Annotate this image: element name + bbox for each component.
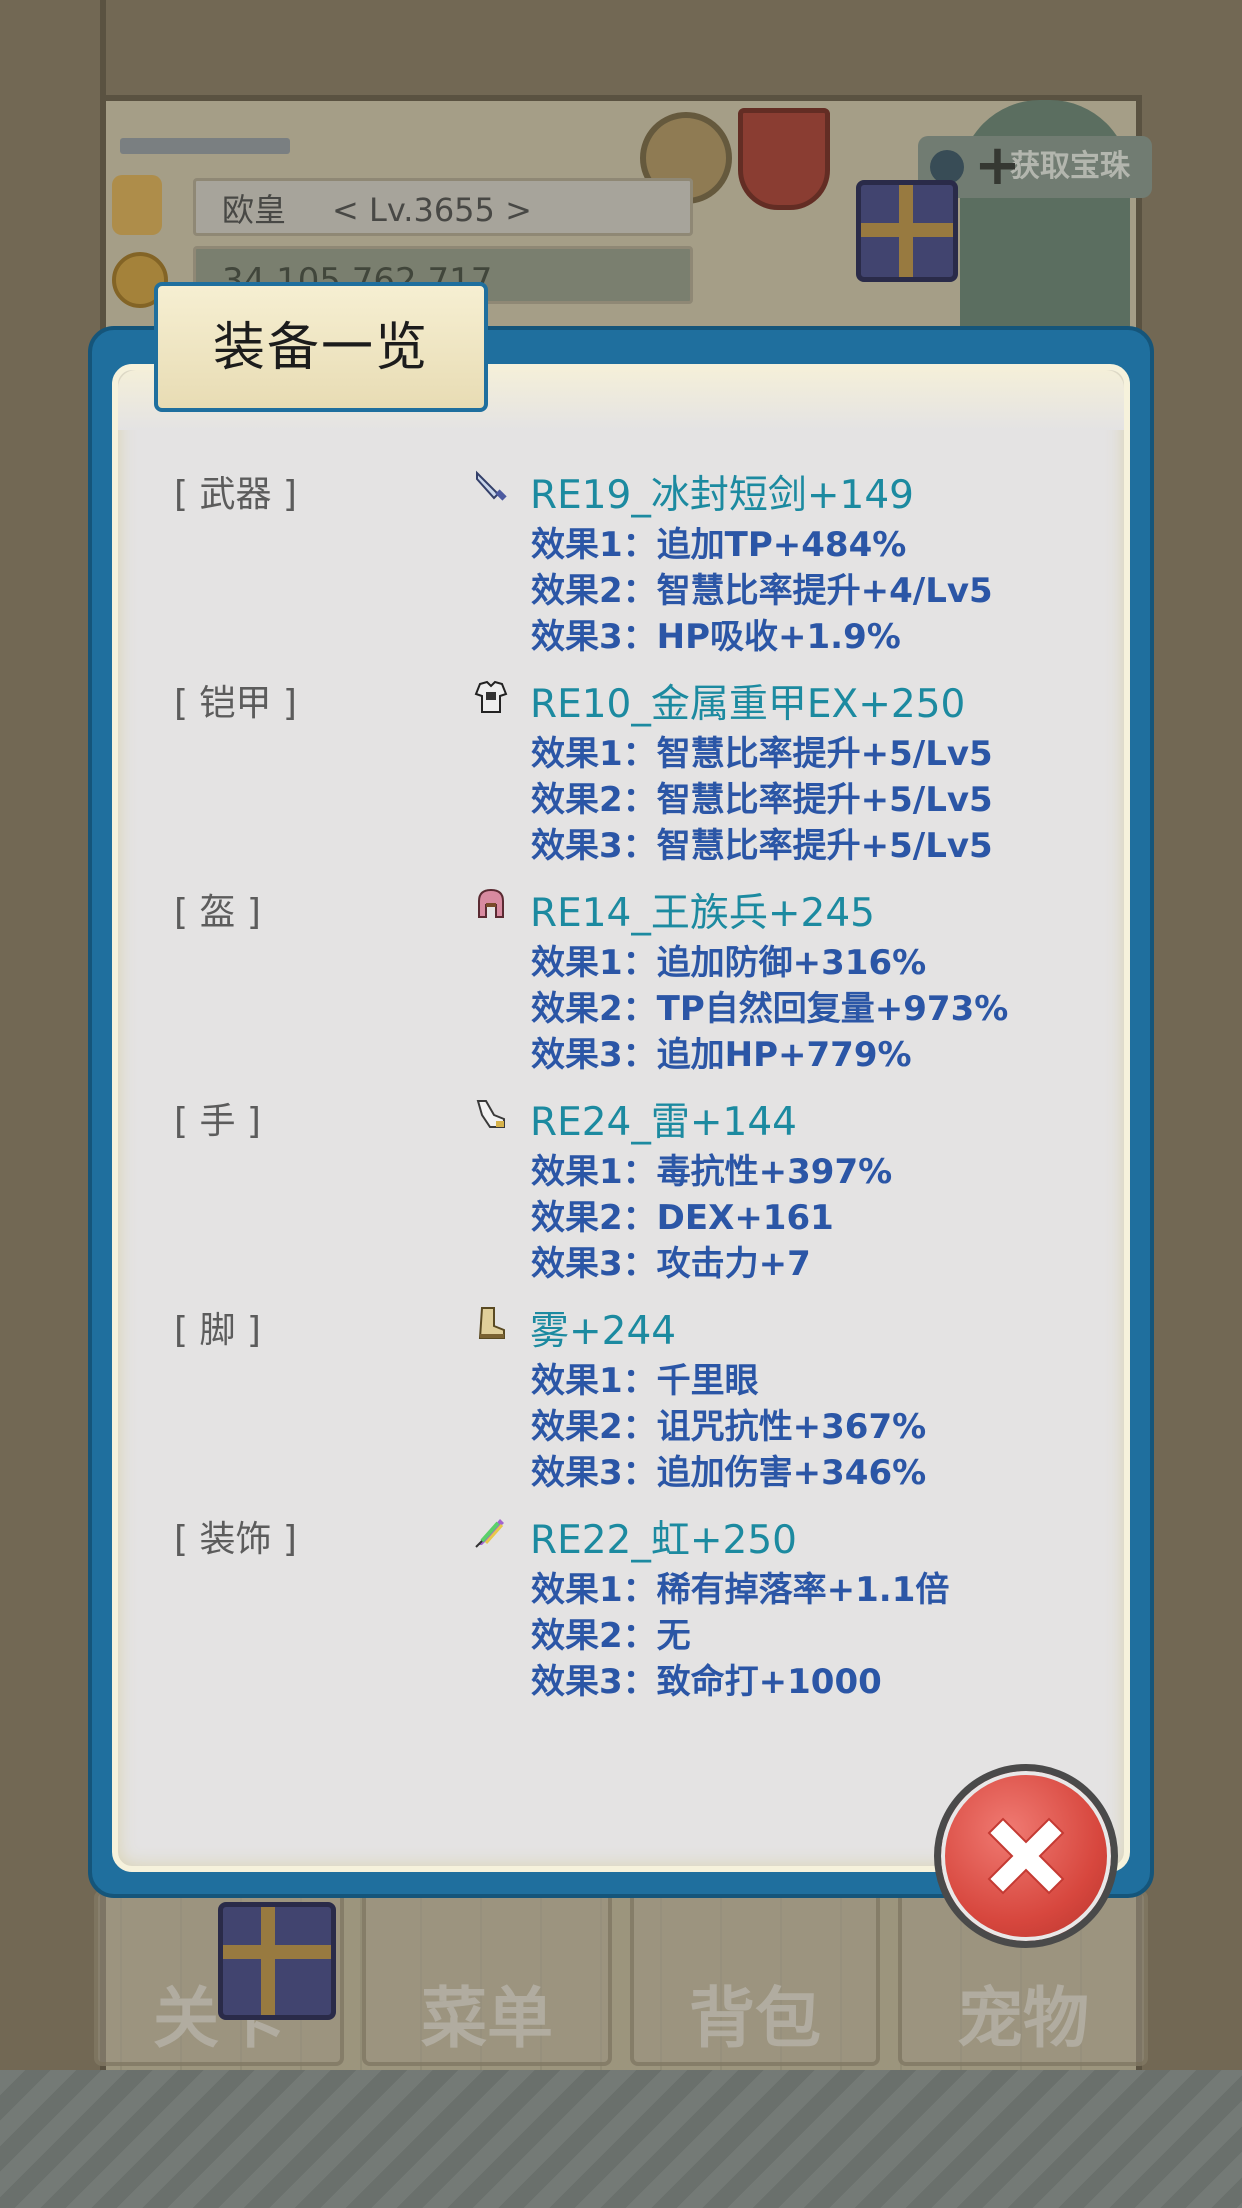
effect-accessory-2: 效果2：无 <box>531 1616 691 1656</box>
dialog-title: 装备一览 <box>154 282 488 412</box>
slot-label-foot: [ 脚 ] <box>174 1310 261 1351</box>
effect-armor-2: 效果2：智慧比率提升+5/Lv5 <box>531 780 993 820</box>
slot-label-hand: [ 手 ] <box>174 1101 261 1142</box>
effect-weapon-1: 效果1：追加TP+484% <box>531 525 907 565</box>
effect-foot-3: 效果3：追加伤害+346% <box>531 1453 927 1493</box>
item-name-armor: RE10_金属重甲EX+250 <box>530 682 966 727</box>
effect-weapon-3: 效果3：HP吸收+1.9% <box>531 617 901 657</box>
effect-armor-3: 效果3：智慧比率提升+5/Lv5 <box>531 826 993 866</box>
effect-accessory-3: 效果3：致命打+1000 <box>531 1662 882 1702</box>
floor-tiles <box>0 2070 1242 2208</box>
sword-icon <box>476 470 507 501</box>
effect-helmet-1: 效果1：追加防御+316% <box>531 943 927 983</box>
effect-foot-1: 效果1：千里眼 <box>531 1361 759 1401</box>
effect-hand-1: 效果1：毒抗性+397% <box>531 1152 893 1192</box>
effect-weapon-2: 效果2：智慧比率提升+4/Lv5 <box>531 571 993 611</box>
item-name-helmet: RE14_王族兵+245 <box>530 891 875 936</box>
close-button[interactable] <box>934 1764 1118 1948</box>
slot-label-weapon: [ 武器 ] <box>174 474 297 515</box>
boot-icon <box>478 1307 505 1339</box>
slot-label-helmet: [ 盔 ] <box>174 892 261 933</box>
effect-hand-2: 效果2：DEX+161 <box>531 1198 834 1238</box>
effect-helmet-3: 效果3：追加HP+779% <box>531 1035 912 1075</box>
effect-armor-1: 效果1：智慧比率提升+5/Lv5 <box>531 734 993 774</box>
slot-label-armor: [ 铠甲 ] <box>174 683 297 724</box>
effect-hand-3: 效果3：攻击力+7 <box>531 1244 811 1284</box>
effect-foot-2: 效果2：诅咒抗性+367% <box>531 1407 927 1447</box>
item-name-accessory: RE22_虹+250 <box>530 1518 797 1563</box>
armor-icon <box>474 680 508 713</box>
slot-label-accessory: [ 装饰 ] <box>174 1519 297 1560</box>
glove-icon <box>476 1100 505 1128</box>
effect-helmet-2: 效果2：TP自然回复量+973% <box>531 989 1009 1029</box>
effect-accessory-1: 效果1：稀有掉落率+1.1倍 <box>531 1570 950 1610</box>
helmet-icon <box>478 888 504 918</box>
feather-icon <box>475 1519 504 1548</box>
close-icon <box>987 1817 1065 1895</box>
item-name-weapon: RE19_冰封短剑+149 <box>530 473 914 518</box>
item-name-foot: 雾+244 <box>530 1309 677 1354</box>
item-name-hand: RE24_雷+144 <box>530 1100 797 1145</box>
